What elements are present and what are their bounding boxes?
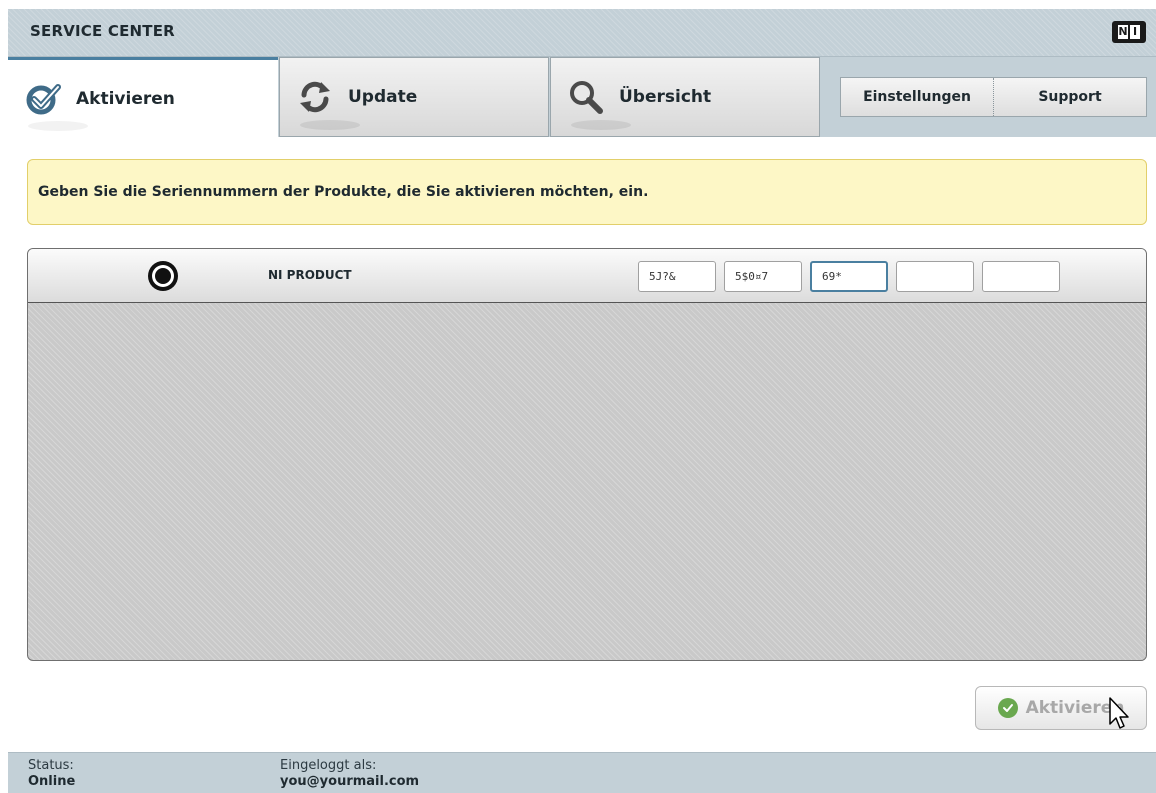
- status-bar: Status: Online Eingeloggt als: you@yourm…: [8, 752, 1156, 793]
- support-button[interactable]: Support: [994, 78, 1146, 116]
- tab-reflection: [28, 121, 88, 131]
- title-bar: SERVICE CENTER N I: [8, 9, 1156, 57]
- tab-update[interactable]: Update: [279, 57, 549, 137]
- status-value: Online: [28, 774, 76, 789]
- refresh-icon: [296, 78, 334, 116]
- serial-field-2[interactable]: 5$0¤7: [724, 261, 802, 292]
- login-section: Eingeloggt als: you@yourmail.com: [280, 758, 419, 790]
- ni-logo-n: N: [1118, 25, 1128, 39]
- serial-field-5[interactable]: [982, 261, 1060, 292]
- radio-ring: [152, 265, 174, 287]
- tab-reflection: [571, 120, 631, 130]
- tab-uebersicht[interactable]: Übersicht: [550, 57, 820, 137]
- login-label: Eingeloggt als:: [280, 758, 377, 773]
- product-radio-button[interactable]: [148, 261, 178, 291]
- login-value: you@yourmail.com: [280, 774, 420, 789]
- serial-field-4[interactable]: [896, 261, 974, 292]
- tab-row: Aktivieren Update Übersicht Einstellunge…: [8, 57, 1156, 137]
- serial-field-1[interactable]: 5J?&: [638, 261, 716, 292]
- status-label: Status:: [28, 758, 74, 773]
- header-button-group: Einstellungen Support: [840, 77, 1147, 117]
- ni-logo-i: I: [1130, 25, 1140, 39]
- product-list-panel: NI PRODUCT 5J?& 5$0¤7 69*: [27, 248, 1147, 661]
- tab-aktivieren-label: Aktivieren: [76, 88, 175, 109]
- tab-aktivieren[interactable]: Aktivieren: [8, 57, 278, 137]
- tab-uebersicht-label: Übersicht: [619, 87, 712, 107]
- ni-logo: N I: [1112, 21, 1146, 43]
- status-section: Status: Online: [28, 758, 75, 790]
- notice-text: Geben Sie die Seriennummern der Produkte…: [38, 184, 649, 200]
- tab-update-label: Update: [348, 87, 418, 107]
- tab-reflection: [300, 120, 360, 130]
- product-row[interactable]: NI PRODUCT 5J?& 5$0¤7 69*: [28, 249, 1146, 303]
- app-title: SERVICE CENTER: [30, 22, 175, 40]
- product-name: NI PRODUCT: [268, 268, 352, 282]
- radio-dot: [155, 268, 171, 284]
- settings-button[interactable]: Einstellungen: [841, 78, 994, 116]
- serial-field-3[interactable]: 69*: [810, 261, 888, 292]
- mouse-cursor-icon: [1109, 697, 1129, 729]
- search-icon: [567, 78, 605, 116]
- check-icon: [24, 80, 62, 118]
- instruction-notice: Geben Sie die Seriennummern der Produkte…: [27, 159, 1147, 225]
- check-circle-icon: [997, 698, 1018, 718]
